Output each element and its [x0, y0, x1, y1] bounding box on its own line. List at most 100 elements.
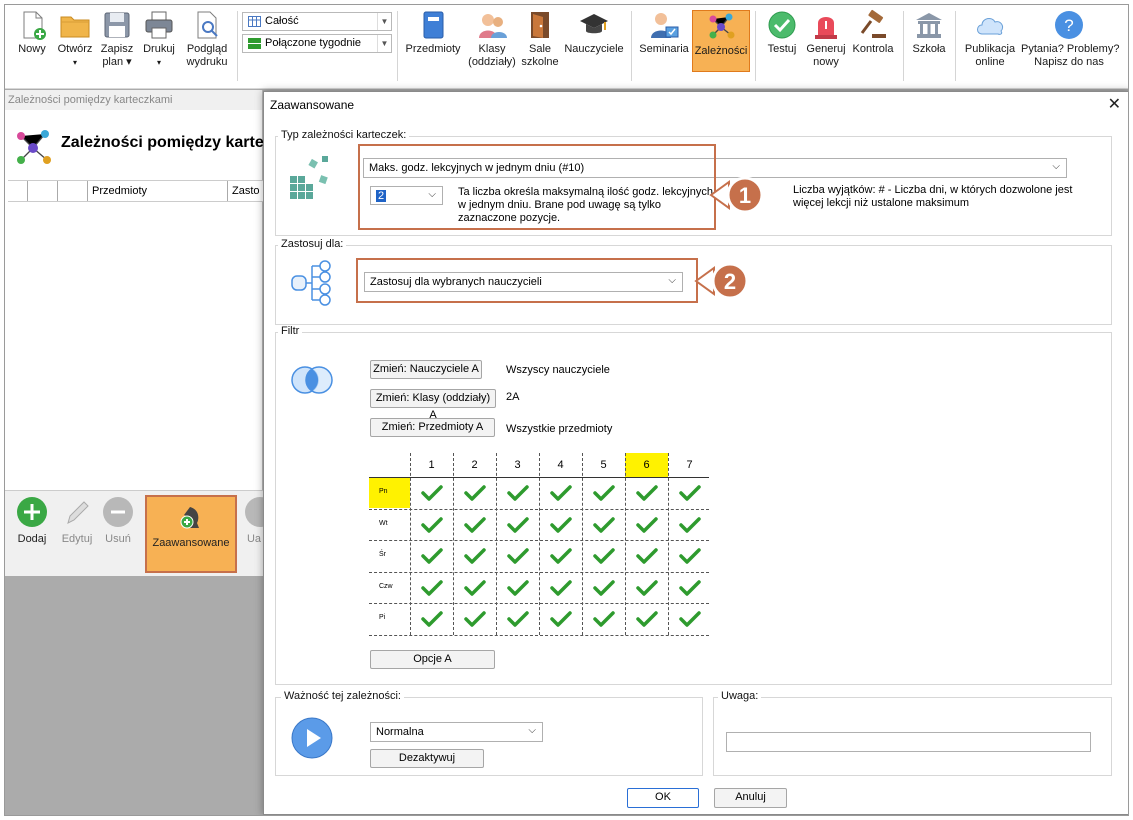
network-icon: [705, 11, 737, 43]
add-button[interactable]: Dodaj: [15, 497, 49, 545]
period-header[interactable]: 1: [410, 453, 453, 477]
slot-check-cell[interactable]: [668, 572, 711, 604]
slot-check-cell[interactable]: [625, 603, 668, 635]
slot-check-cell[interactable]: [582, 477, 625, 509]
weeks-icon: [248, 38, 261, 49]
print-button[interactable]: Drukuj ▾: [140, 9, 178, 69]
cancel-button[interactable]: Anuluj: [714, 788, 787, 808]
change-teachers-button[interactable]: Zmień: Nauczyciele A: [370, 360, 482, 379]
slot-check-cell[interactable]: [625, 572, 668, 604]
slot-check-cell[interactable]: [539, 540, 582, 572]
period-header[interactable]: 6: [625, 453, 668, 477]
importance-select[interactable]: Normalna ⌵: [370, 722, 543, 742]
slot-check-cell[interactable]: [496, 540, 539, 572]
slot-check-cell[interactable]: [539, 477, 582, 509]
checkmark-icon: [464, 485, 486, 501]
slot-check-cell[interactable]: [410, 509, 453, 541]
day-label[interactable]: Pi: [369, 604, 410, 634]
day-label[interactable]: Pn: [369, 478, 410, 508]
new-button[interactable]: Nowy: [15, 9, 49, 56]
slot-check-cell[interactable]: [453, 477, 496, 509]
slot-check-cell[interactable]: [410, 603, 453, 635]
ok-button[interactable]: OK: [627, 788, 699, 808]
checkmark-icon: [636, 516, 658, 533]
col-subjects[interactable]: Przedmioty: [88, 181, 228, 201]
day-label[interactable]: Czw: [369, 573, 410, 603]
partial-button[interactable]: Ua: [245, 497, 263, 545]
slot-check-cell[interactable]: [582, 540, 625, 572]
advanced-button[interactable]: Zaawansowane: [145, 495, 237, 573]
slot-check-cell[interactable]: [496, 477, 539, 509]
slot-check-cell[interactable]: [453, 603, 496, 635]
cloud-icon: [974, 9, 1006, 41]
period-header[interactable]: 5: [582, 453, 625, 477]
preview-label-2: wydruku: [186, 56, 228, 68]
dependencies-toolbar: Dodaj Edytuj Usuń Zaawansowane Ua: [5, 490, 263, 576]
slot-check-cell[interactable]: [668, 603, 711, 635]
open-button[interactable]: Otwórz ▾: [55, 9, 95, 69]
test-button[interactable]: Testuj: [761, 9, 803, 56]
col-apply[interactable]: Zasto: [228, 181, 268, 201]
slot-check-cell[interactable]: [582, 509, 625, 541]
change-classes-button[interactable]: Zmień: Klasy (oddziały) A: [370, 389, 496, 421]
control-button[interactable]: Kontrola: [849, 9, 897, 56]
slot-check-cell[interactable]: [496, 603, 539, 635]
checkmark-icon: [507, 579, 529, 596]
teachers-button[interactable]: Nauczyciele: [562, 9, 626, 56]
classes-button[interactable]: Klasy (oddziały): [465, 9, 519, 69]
slot-check-cell[interactable]: [539, 509, 582, 541]
contact-button[interactable]: ? Pytania? Problemy? Napisz do nas: [1021, 9, 1120, 69]
checkmark-icon: [507, 516, 529, 533]
slot-check-cell[interactable]: [410, 540, 453, 572]
slot-check-cell[interactable]: [410, 477, 453, 509]
period-header[interactable]: 7: [668, 453, 711, 477]
view-combo[interactable]: Całość ▼: [242, 12, 392, 31]
slot-check-cell[interactable]: [539, 572, 582, 604]
checkmark-icon: [464, 611, 486, 627]
edit-button[interactable]: Edytuj: [57, 497, 97, 545]
slot-check-cell[interactable]: [668, 509, 711, 541]
rooms-button[interactable]: Sale szkolne: [519, 9, 561, 69]
checkmark-icon: [593, 611, 615, 627]
close-icon[interactable]: ✕: [1108, 94, 1121, 114]
slot-check-cell[interactable]: [496, 509, 539, 541]
day-label[interactable]: Śr: [369, 541, 410, 571]
teachers-filter-value: Wszyscy nauczyciele: [506, 364, 610, 376]
slot-check-cell[interactable]: [668, 540, 711, 572]
dependencies-button[interactable]: Zależności: [692, 10, 750, 72]
slot-check-cell[interactable]: [625, 540, 668, 572]
note-input[interactable]: [726, 732, 1091, 752]
siren-icon: [810, 9, 842, 41]
slot-check-cell[interactable]: [453, 509, 496, 541]
slot-check-cell[interactable]: [453, 540, 496, 572]
teachers-label: Nauczyciele: [564, 43, 624, 55]
day-label[interactable]: Wt: [369, 510, 410, 540]
checkmark-icon: [636, 548, 658, 564]
slot-check-cell[interactable]: [625, 509, 668, 541]
period-header[interactable]: 3: [496, 453, 539, 477]
seminars-button[interactable]: Seminaria: [637, 9, 691, 56]
weeks-combo[interactable]: Połączone tygodnie ▼: [242, 34, 392, 53]
publish-online-button[interactable]: Publikacja online: [961, 9, 1019, 69]
slot-check-cell[interactable]: [582, 572, 625, 604]
slot-check-cell[interactable]: [668, 477, 711, 509]
remove-button[interactable]: Usuń: [101, 497, 135, 545]
period-header[interactable]: 4: [539, 453, 582, 477]
slot-check-cell[interactable]: [410, 572, 453, 604]
school-button[interactable]: Szkoła: [908, 9, 950, 56]
contact-label: Pytania? Problemy?: [1021, 43, 1120, 55]
slot-check-cell[interactable]: [496, 572, 539, 604]
slot-check-cell[interactable]: [625, 477, 668, 509]
save-plan-button[interactable]: Zapisz plan ▾: [99, 9, 135, 69]
change-subjects-button[interactable]: Zmień: Przedmioty A: [370, 418, 495, 437]
period-header[interactable]: 2: [453, 453, 496, 477]
subjects-button[interactable]: Przedmioty: [403, 9, 463, 56]
time-grid: 1 2 3 4 5 6 7 Pn Wt Śr Czw Pi: [367, 453, 709, 643]
slot-check-cell[interactable]: [539, 603, 582, 635]
print-preview-button[interactable]: Podgląd wydruku: [182, 9, 232, 69]
options-button[interactable]: Opcje A: [370, 650, 495, 669]
deactivate-button[interactable]: Dezaktywuj: [370, 749, 484, 768]
slot-check-cell[interactable]: [582, 603, 625, 635]
generate-button[interactable]: Generuj nowy: [805, 9, 847, 69]
slot-check-cell[interactable]: [453, 572, 496, 604]
